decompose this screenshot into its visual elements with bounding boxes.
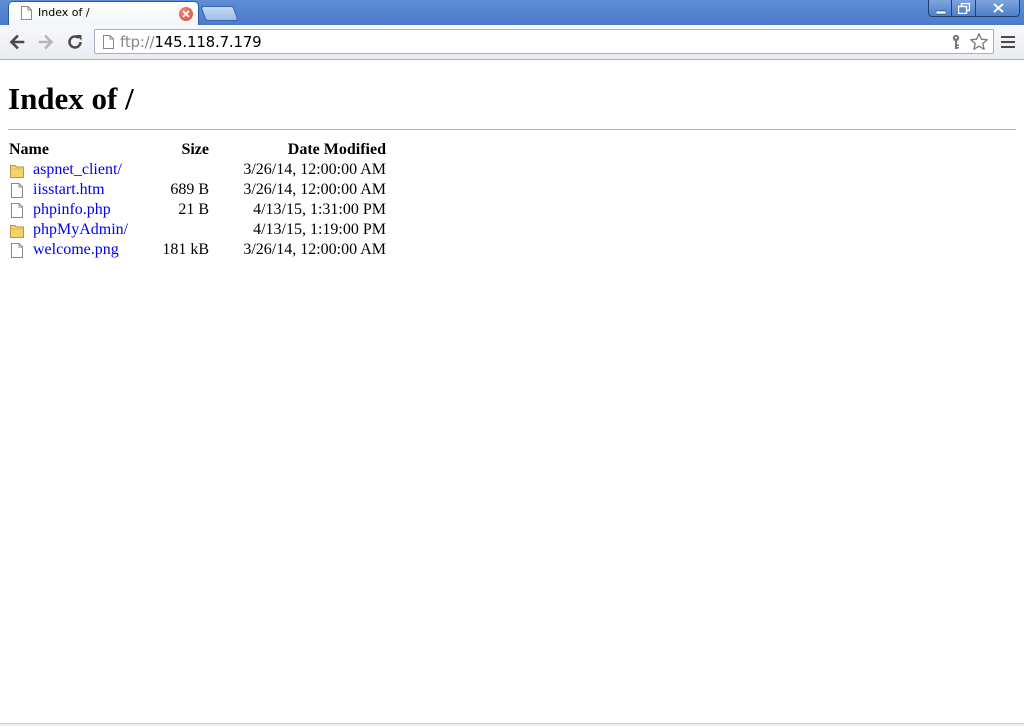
address-bar[interactable]: ftp://145.118.7.179 xyxy=(94,29,994,54)
back-arrow-icon[interactable] xyxy=(7,32,27,52)
minimize-icon xyxy=(936,10,946,15)
entry-date: 3/26/14, 12:00:00 AM xyxy=(243,181,386,198)
folder-icon xyxy=(10,165,24,178)
entry-date: 3/26/14, 12:00:00 AM xyxy=(243,161,386,178)
bookmark-star-icon[interactable] xyxy=(969,32,989,52)
page-icon xyxy=(21,6,32,20)
folder-icon xyxy=(10,225,24,238)
file-icon xyxy=(11,243,23,258)
minimize-button[interactable] xyxy=(928,0,952,17)
reload-icon[interactable] xyxy=(65,32,85,52)
tab-title: Index of / xyxy=(38,6,90,19)
entry-date: 4/13/15, 1:19:00 PM xyxy=(253,221,386,238)
page-content: Index of / Name Size Date Modified aspne… xyxy=(0,61,1024,723)
entry-size: 21 B xyxy=(178,201,209,218)
restore-button[interactable] xyxy=(951,0,976,17)
entry-date: 4/13/15, 1:31:00 PM xyxy=(253,201,386,218)
entry-link[interactable]: iisstart.htm xyxy=(33,181,105,199)
entry-size: 689 B xyxy=(170,181,209,198)
entry-link[interactable]: phpinfo.php xyxy=(33,201,111,219)
restore-icon xyxy=(958,3,970,14)
entry-link[interactable]: phpMyAdmin/ xyxy=(33,221,128,239)
address-url[interactable]: ftp://145.118.7.179 xyxy=(120,33,262,51)
window-title-bar: Index of / xyxy=(0,0,1024,25)
page-title: Index of / xyxy=(8,81,134,116)
file-icon xyxy=(11,203,23,218)
menu-icon[interactable] xyxy=(1001,36,1015,48)
browser-toolbar: ftp://145.118.7.179 xyxy=(0,25,1024,60)
entry-date: 3/26/14, 12:00:00 AM xyxy=(243,241,386,258)
horizontal-rule xyxy=(8,129,1016,130)
entry-size: 181 kB xyxy=(162,241,209,258)
close-icon xyxy=(993,3,1004,13)
entry-link[interactable]: aspnet_client/ xyxy=(33,161,122,179)
column-header-size[interactable]: Size xyxy=(108,141,209,159)
key-icon[interactable] xyxy=(950,34,962,50)
column-header-name[interactable]: Name xyxy=(9,141,49,159)
url-host: 145.118.7.179 xyxy=(154,33,262,51)
page-icon xyxy=(103,35,114,49)
close-window-button[interactable] xyxy=(975,0,1020,17)
entry-link[interactable]: welcome.png xyxy=(33,241,119,259)
forward-arrow-icon[interactable] xyxy=(36,32,56,52)
tab-close-icon[interactable] xyxy=(179,7,193,21)
file-icon xyxy=(11,183,23,198)
column-header-date[interactable]: Date Modified xyxy=(238,141,386,159)
url-scheme: ftp:// xyxy=(120,33,155,51)
browser-tab[interactable]: Index of / xyxy=(8,1,199,25)
new-tab-button[interactable] xyxy=(200,6,239,21)
